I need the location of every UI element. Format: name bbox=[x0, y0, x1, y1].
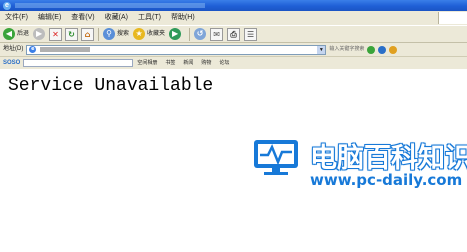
links-item-shopping[interactable]: 购物 bbox=[197, 57, 215, 69]
go-button[interactable] bbox=[367, 45, 376, 54]
back-label: 后退 bbox=[17, 31, 30, 37]
refresh-icon[interactable]: ↻ bbox=[65, 27, 79, 41]
menu-favorites[interactable]: 收藏(A) bbox=[100, 11, 133, 25]
print-icon[interactable]: ⎙ bbox=[227, 27, 241, 41]
error-message: Service Unavailable bbox=[8, 76, 214, 96]
edit-page-icon[interactable]: ☰ bbox=[244, 27, 258, 41]
addon-icon[interactable] bbox=[389, 45, 398, 54]
menu-help[interactable]: 帮助(H) bbox=[166, 11, 200, 25]
title-bar: e bbox=[0, 0, 467, 11]
soso-logo[interactable]: SOSO bbox=[0, 57, 23, 69]
monitor-logo-icon bbox=[254, 140, 298, 175]
soso-search-input[interactable] bbox=[23, 59, 134, 67]
address-label: 地址(D) bbox=[3, 46, 24, 52]
toolbar-separator bbox=[98, 27, 100, 41]
search-box-placeholder[interactable]: 输入关键字搜索 bbox=[329, 43, 364, 56]
links-item-bookmark[interactable]: 书签 bbox=[161, 57, 179, 69]
page-icon: e bbox=[29, 46, 37, 53]
back-button[interactable]: ◀ 后退 bbox=[3, 28, 29, 40]
watermark-title: 电脑百科知识 bbox=[310, 143, 467, 174]
windows-logo-box bbox=[438, 12, 467, 24]
address-input[interactable]: e ▼ bbox=[26, 44, 327, 55]
menu-edit[interactable]: 编辑(E) bbox=[33, 11, 66, 25]
window-title-blurred bbox=[15, 3, 205, 8]
search-button[interactable]: ⚲ 搜索 bbox=[103, 28, 129, 40]
address-url-blurred bbox=[40, 47, 91, 52]
back-arrow-icon: ◀ bbox=[3, 28, 15, 40]
menu-file[interactable]: 文件(F) bbox=[0, 11, 33, 25]
favorites-star-icon: ★ bbox=[133, 28, 146, 40]
address-dropdown-icon[interactable]: ▼ bbox=[317, 45, 326, 54]
links-item-news[interactable]: 新闻 bbox=[179, 57, 197, 69]
history-icon[interactable]: ↺ bbox=[194, 28, 207, 40]
forward-button[interactable]: ▶ bbox=[33, 28, 46, 40]
forward-arrow-icon: ▶ bbox=[33, 28, 46, 40]
menu-tools[interactable]: 工具(T) bbox=[133, 11, 166, 25]
favorites-label: 收藏夹 bbox=[147, 31, 166, 37]
stop-icon[interactable]: ✕ bbox=[49, 27, 63, 41]
menu-bar: 文件(F) 编辑(E) 查看(V) 收藏(A) 工具(T) 帮助(H) bbox=[0, 11, 467, 25]
links-bar: SOSO 空间相册 书签 新闻 购物 论坛 bbox=[0, 56, 467, 69]
address-bar: 地址(D) e ▼ 输入关键字搜索 bbox=[0, 43, 467, 56]
watermark-url: www.pc-daily.com bbox=[310, 171, 463, 189]
ie-logo-icon: e bbox=[3, 1, 11, 10]
mail-icon[interactable]: ✉ bbox=[210, 27, 224, 41]
favorites-button[interactable]: ★ 收藏夹 bbox=[133, 28, 165, 40]
search-icon: ⚲ bbox=[103, 28, 116, 40]
media-icon[interactable]: ▶ bbox=[169, 28, 182, 40]
links-item-album[interactable]: 空间相册 bbox=[133, 57, 161, 69]
search-go-icon[interactable] bbox=[378, 45, 387, 54]
toolbar: ◀ 后退 ▶ ✕ ↻ ⌂ ⚲ 搜索 ★ 收藏夹 ▶ ↺ ✉ ⎙ ☰ bbox=[0, 25, 467, 43]
search-label: 搜索 bbox=[117, 31, 130, 37]
home-icon[interactable]: ⌂ bbox=[81, 27, 95, 41]
toolbar-separator bbox=[189, 27, 191, 41]
links-item-forum[interactable]: 论坛 bbox=[215, 57, 233, 69]
menu-view[interactable]: 查看(V) bbox=[66, 11, 99, 25]
